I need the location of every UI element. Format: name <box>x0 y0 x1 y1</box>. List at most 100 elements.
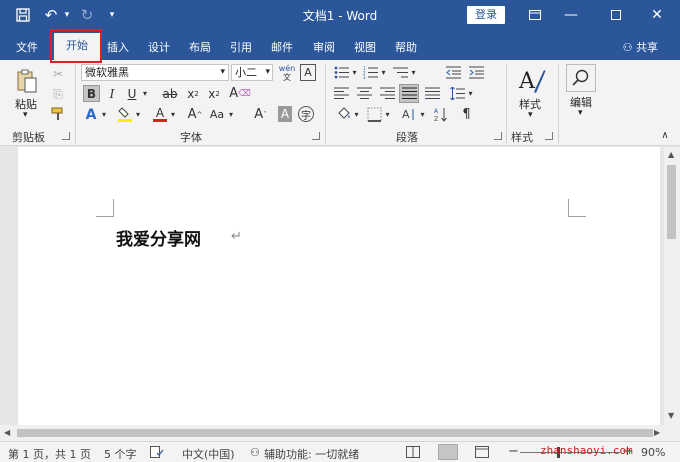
subscript-icon[interactable]: x2 <box>185 85 201 102</box>
chinese-layout-icon[interactable]: A <box>401 106 418 123</box>
horizontal-scrollbar[interactable]: ◀ ▶ <box>0 425 664 441</box>
tab-references[interactable]: 引用 <box>230 39 252 55</box>
minimize-icon[interactable]: — <box>556 3 586 27</box>
increase-indent-icon[interactable] <box>468 64 485 81</box>
tab-design[interactable]: 设计 <box>148 39 170 55</box>
font-color-icon[interactable]: A <box>152 106 168 123</box>
underline-dropdown-icon[interactable]: ▾ <box>140 85 150 102</box>
close-icon[interactable]: ✕ <box>642 3 672 27</box>
shading-icon[interactable] <box>335 106 352 123</box>
document-page[interactable]: 我爱分享网 ↵ <box>18 147 660 425</box>
page-count[interactable]: 第 1 页，共 1 页 <box>8 446 91 462</box>
accessibility-status[interactable]: 辅助功能: 一切就绪 <box>264 446 359 462</box>
share-label: 共享 <box>636 41 658 54</box>
paste-dropdown-icon[interactable]: ▾ <box>23 110 28 120</box>
editing-dropdown-icon[interactable]: ▾ <box>578 108 583 118</box>
phonetic-guide-icon[interactable]: wén 文 <box>276 63 298 83</box>
shrink-font-icon[interactable]: Aˇ <box>252 106 269 123</box>
font-name-select[interactable]: 微软雅黑 ▾ <box>81 64 229 81</box>
proofing-icon[interactable] <box>150 446 164 461</box>
bullets-dropdown-icon[interactable]: ▾ <box>350 64 359 81</box>
zoom-out-icon[interactable]: − <box>508 444 519 459</box>
language-status[interactable]: 中文(中国) <box>182 446 235 462</box>
superscript-icon[interactable]: x2 <box>206 85 222 102</box>
tab-layout[interactable]: 布局 <box>189 39 211 55</box>
styles-icon[interactable]: A <box>517 66 547 94</box>
strikethrough-icon[interactable]: ab <box>160 85 180 102</box>
format-painter-icon[interactable] <box>50 106 66 122</box>
decrease-indent-icon[interactable] <box>445 64 462 81</box>
change-case-icon[interactable]: Aa <box>208 106 226 123</box>
line-spacing-icon[interactable] <box>449 85 466 102</box>
clipboard-launcher-icon[interactable] <box>62 132 70 140</box>
word-count[interactable]: 5 个字 <box>104 446 137 462</box>
tab-mailings[interactable]: 邮件 <box>271 39 293 55</box>
multilevel-list-icon[interactable] <box>392 64 409 81</box>
maximize-icon[interactable] <box>601 3 631 27</box>
vertical-scrollbar[interactable]: ▲ ▼ <box>664 147 680 425</box>
line-spacing-dropdown-icon[interactable]: ▾ <box>466 85 475 102</box>
scroll-corner <box>664 425 680 441</box>
text-effects-dropdown-icon[interactable]: ▾ <box>99 106 109 123</box>
font-size-select[interactable]: 小二 ▾ <box>231 64 273 81</box>
accessibility-icon[interactable]: ⚇ <box>250 446 260 459</box>
scroll-down-icon[interactable]: ▼ <box>668 411 674 420</box>
copy-icon[interactable]: ⎘ <box>50 86 66 102</box>
underline-icon[interactable]: U <box>124 85 140 102</box>
tab-insert[interactable]: 插入 <box>107 39 129 55</box>
font-launcher-icon[interactable] <box>312 132 320 140</box>
borders-dropdown-icon[interactable]: ▾ <box>383 106 392 123</box>
font-color-dropdown-icon[interactable]: ▾ <box>168 106 178 123</box>
justify-icon[interactable] <box>399 84 419 103</box>
clear-formatting-icon[interactable]: A ⌫ <box>229 85 251 102</box>
tab-view[interactable]: 视图 <box>354 39 376 55</box>
horizontal-scroll-thumb[interactable] <box>17 429 653 437</box>
highlight-dropdown-icon[interactable]: ▾ <box>133 106 143 123</box>
styles-launcher-icon[interactable] <box>545 132 553 140</box>
web-layout-icon[interactable] <box>475 446 489 461</box>
tab-review[interactable]: 审阅 <box>313 39 335 55</box>
ribbon-display-icon[interactable] <box>520 3 550 27</box>
paste-icon[interactable] <box>14 66 40 96</box>
scroll-up-icon[interactable]: ▲ <box>668 150 674 159</box>
print-layout-icon[interactable] <box>438 444 458 460</box>
numbering-icon[interactable]: 123 <box>362 64 379 81</box>
login-button[interactable]: 登录 <box>467 6 505 24</box>
tab-help[interactable]: 帮助 <box>395 39 417 55</box>
paragraph-group-label: 段落 <box>396 131 418 144</box>
share-button[interactable]: ⚇ 共享 <box>623 39 658 55</box>
styles-dropdown-icon[interactable]: ▾ <box>528 110 533 120</box>
show-formatting-icon[interactable]: ¶ <box>458 106 475 123</box>
sort-icon[interactable]: AZ <box>433 106 450 123</box>
chinese-layout-dropdown-icon[interactable]: ▾ <box>418 106 427 123</box>
numbering-dropdown-icon[interactable]: ▾ <box>379 64 388 81</box>
shading-dropdown-icon[interactable]: ▾ <box>352 106 361 123</box>
borders-icon[interactable] <box>366 106 383 123</box>
bullets-icon[interactable] <box>333 64 350 81</box>
bold-icon[interactable]: B <box>83 85 100 102</box>
collapse-ribbon-icon[interactable]: ∧ <box>658 128 672 142</box>
document-text[interactable]: 我爱分享网 <box>116 225 201 250</box>
paragraph-launcher-icon[interactable] <box>494 132 502 140</box>
scroll-left-icon[interactable]: ◀ <box>4 428 10 437</box>
search-icon[interactable] <box>566 64 596 92</box>
grow-font-icon[interactable]: A ^ <box>186 106 204 123</box>
character-border-icon[interactable]: A <box>300 64 316 81</box>
read-mode-icon[interactable] <box>406 446 420 461</box>
text-effects-icon[interactable]: A <box>83 106 99 123</box>
highlight-color-icon[interactable] <box>117 106 133 123</box>
align-left-icon[interactable] <box>333 85 350 102</box>
zoom-level[interactable]: 90% <box>641 446 665 459</box>
tab-file[interactable]: 文件 <box>16 39 38 55</box>
distributed-icon[interactable] <box>424 85 441 102</box>
multilevel-dropdown-icon[interactable]: ▾ <box>409 64 418 81</box>
scroll-right-icon[interactable]: ▶ <box>654 428 660 437</box>
enclose-characters-icon[interactable]: 字 <box>298 106 314 122</box>
align-center-icon[interactable] <box>356 85 373 102</box>
change-case-dropdown-icon[interactable]: ▾ <box>226 106 236 123</box>
align-right-icon[interactable] <box>379 85 396 102</box>
cut-icon[interactable]: ✂ <box>50 66 66 82</box>
italic-icon[interactable]: I <box>104 85 120 102</box>
vertical-scroll-thumb[interactable] <box>667 165 676 239</box>
character-shading-icon[interactable]: A <box>278 106 292 122</box>
